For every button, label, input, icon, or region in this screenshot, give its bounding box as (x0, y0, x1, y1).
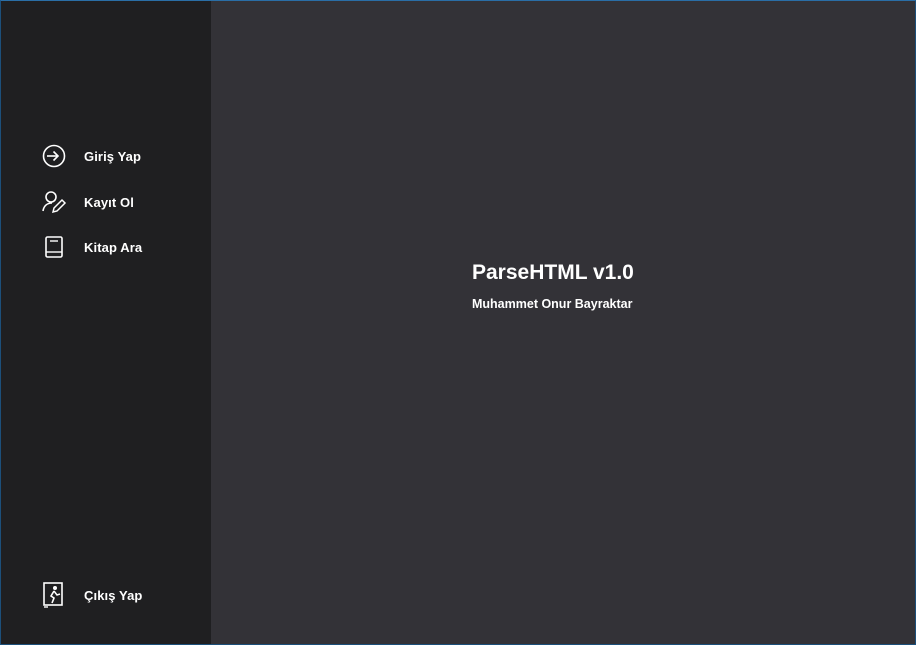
user-edit-icon (41, 189, 67, 215)
app-window: Giriş Yap Kayıt Ol Kitap Ara Çıkış Yap P… (0, 0, 916, 645)
sidebar-item-login[interactable]: Giriş Yap (41, 142, 201, 170)
main-panel: ParseHTML v1.0 Muhammet Onur Bayraktar (211, 1, 915, 644)
sidebar-item-register[interactable]: Kayıt Ol (41, 188, 201, 216)
about-block: ParseHTML v1.0 Muhammet Onur Bayraktar (472, 259, 634, 312)
sidebar-item-label: Kitap Ara (84, 239, 143, 255)
app-title: ParseHTML v1.0 (472, 261, 634, 284)
book-icon (41, 234, 67, 260)
sidebar-item-search-book[interactable]: Kitap Ara (41, 233, 201, 261)
sidebar-item-label: Giriş Yap (84, 148, 142, 164)
app-author: Muhammet Onur Bayraktar (472, 297, 633, 311)
sidebar-item-label: Çıkış Yap (84, 587, 143, 603)
login-icon (41, 143, 67, 169)
sidebar-item-label: Kayıt Ol (84, 194, 134, 210)
sidebar: Giriş Yap Kayıt Ol Kitap Ara Çıkış Yap (1, 1, 211, 644)
sidebar-item-exit[interactable]: Çıkış Yap (41, 581, 201, 609)
exit-door-icon (41, 582, 67, 608)
